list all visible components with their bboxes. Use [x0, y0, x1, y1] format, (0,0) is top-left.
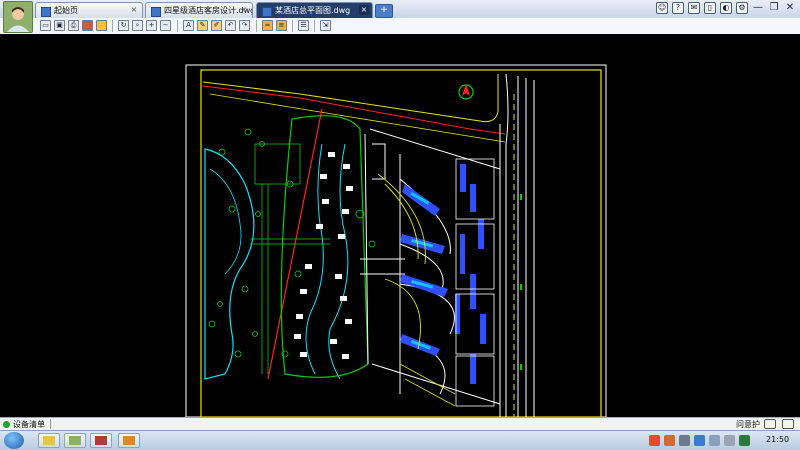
redo-icon[interactable]: ↷ — [239, 20, 250, 31]
new-tab-button[interactable]: + — [375, 4, 393, 18]
tab-label: 某酒店总平面图.dwg — [275, 6, 351, 15]
taskbar-clock[interactable]: 21:50 — [766, 435, 789, 444]
measure-icon[interactable]: ═ — [262, 20, 273, 31]
status-bar: 设备清单 问意护 — [0, 417, 800, 431]
close-window-icon[interactable]: ✕ — [784, 2, 796, 14]
tray-network-icon[interactable] — [709, 435, 720, 446]
parking-bays — [455, 164, 486, 384]
tray-app-icon[interactable] — [739, 435, 750, 446]
taskbar-library[interactable] — [90, 433, 112, 448]
status-indicator-icon — [3, 421, 10, 428]
close-icon[interactable]: × — [239, 5, 249, 15]
building-outline — [360, 128, 501, 405]
zoom-window-icon[interactable]: ⌕ — [132, 20, 143, 31]
user-icon[interactable]: ☺ — [656, 2, 668, 14]
dwg-file-icon — [151, 7, 161, 17]
tab-start-page[interactable]: 起始页 × — [35, 2, 143, 18]
toolbar-divider — [314, 20, 315, 32]
layer-icon[interactable]: ≡ — [276, 20, 287, 31]
toolbar: ▭ ▣ ⎙ ↻ ⌕ + − A ✎ ✐ ↶ ↷ ═ ≡ ☰ ⇲ — [0, 18, 800, 35]
close-icon[interactable]: × — [129, 5, 139, 15]
restore-icon[interactable]: ❐ — [768, 2, 780, 14]
tray-bluetooth-icon[interactable] — [694, 435, 705, 446]
north-arrow-icon — [458, 84, 474, 100]
top-right-icons: ☺ ? ✉ ▯ ◐ ⚙ — ❐ ✕ — [656, 2, 796, 16]
marker-icon[interactable]: ✐ — [211, 20, 222, 31]
drawing-canvas[interactable] — [0, 34, 800, 418]
chat-icon[interactable] — [764, 419, 776, 429]
tab-label: 起始页 — [54, 6, 78, 15]
zoom-out-icon[interactable]: − — [160, 20, 171, 31]
hotel-wing-highlight — [410, 192, 434, 350]
feedback-link[interactable]: 问意护 — [736, 419, 760, 430]
undo-icon[interactable]: ↶ — [225, 20, 236, 31]
export-icon[interactable] — [82, 20, 93, 31]
text-icon[interactable]: A — [183, 20, 194, 31]
toolbar-divider — [177, 20, 178, 32]
right-road — [499, 73, 535, 417]
skin-icon[interactable]: ◐ — [720, 2, 732, 14]
river — [204, 148, 255, 380]
lock-icon[interactable] — [96, 20, 107, 31]
tab-hotel-room-design[interactable]: 四星级酒店客房设计.dwg × — [145, 2, 253, 18]
zoom-in-icon[interactable]: + — [146, 20, 157, 31]
save-icon[interactable]: ▣ — [54, 20, 65, 31]
menu-icon[interactable] — [782, 419, 794, 429]
landscape — [208, 128, 376, 374]
avatar[interactable] — [3, 1, 33, 33]
hotel-wing-fill — [400, 184, 448, 356]
parking-left — [399, 363, 456, 407]
toolbar-divider — [292, 20, 293, 32]
road-edge — [202, 74, 499, 123]
pencil-icon[interactable]: ✎ — [197, 20, 208, 31]
refresh-icon[interactable]: ↻ — [118, 20, 129, 31]
tab-hotel-site-plan[interactable]: 某酒店总平面图.dwg × — [256, 2, 373, 18]
export-doc-icon[interactable]: ⇲ — [320, 20, 331, 31]
device-list-button[interactable]: 设备清单 — [13, 419, 45, 430]
toolbar-divider — [256, 20, 257, 32]
status-divider — [50, 419, 51, 429]
close-icon[interactable]: × — [359, 5, 369, 15]
minimize-icon[interactable]: — — [752, 2, 764, 14]
print-icon[interactable]: ⎙ — [68, 20, 79, 31]
system-tray — [649, 435, 750, 446]
windows-taskbar: 21:50 — [0, 430, 800, 450]
drawing-border — [185, 64, 607, 418]
taskbar-cad-viewer[interactable] — [118, 433, 140, 448]
open-icon[interactable]: ▭ — [40, 20, 51, 31]
title-bar: 起始页 × 四星级酒店客房设计.dwg × 某酒店总平面图.dwg × + ☺ … — [0, 0, 800, 19]
start-button[interactable] — [4, 432, 24, 449]
taskbar-explorer[interactable] — [38, 433, 60, 448]
page-icon — [41, 7, 51, 17]
settings-icon[interactable]: ⚙ — [736, 2, 748, 14]
tray-volume-icon[interactable] — [724, 435, 735, 446]
help-icon[interactable]: ? — [672, 2, 684, 14]
taskbar-avatar-app[interactable] — [64, 433, 86, 448]
tray-settings-icon[interactable] — [679, 435, 690, 446]
plan-annotations — [520, 194, 522, 370]
tray-input-icon[interactable] — [649, 435, 660, 446]
layer-stack-icon[interactable]: ☰ — [298, 20, 309, 31]
cad-site-plan — [185, 64, 607, 418]
message-icon[interactable]: ✉ — [688, 2, 700, 14]
tray-antivirus-icon[interactable] — [664, 435, 675, 446]
phone-icon[interactable]: ▯ — [704, 2, 716, 14]
toolbar-divider — [112, 20, 113, 32]
dwg-file-icon — [262, 7, 272, 17]
